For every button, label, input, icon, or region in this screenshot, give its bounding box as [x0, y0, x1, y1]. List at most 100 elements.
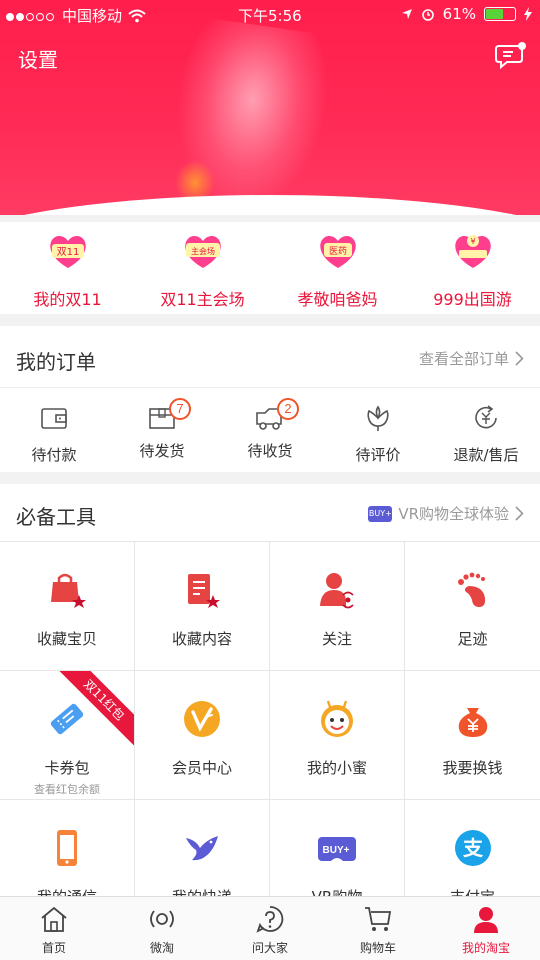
order-label: 待发货 [139, 442, 185, 460]
promo-my-double11[interactable]: 双11 我的双11 [0, 222, 135, 314]
promo-label: 孝敬咱爸妈 [297, 290, 378, 309]
tab-home[interactable]: 首页 [0, 897, 108, 960]
orders-section: 我的订单 查看全部订单 待付款 7 待发货 2 待收货 待评价 退款/售后 [0, 326, 540, 472]
alipay-icon: 支 [454, 830, 491, 866]
tool-vip-center[interactable]: 会员中心 [135, 671, 270, 800]
promo-travel[interactable]: ¥ 999出国游 [405, 222, 540, 314]
assistant-icon [321, 700, 353, 737]
svg-text:医药: 医药 [328, 246, 346, 257]
tool-footprint[interactable]: 足迹 [405, 542, 540, 671]
pending-receipt-badge: 2 [277, 398, 299, 420]
vr-buy-badge-icon: BUY+ [368, 505, 393, 522]
vr-shopping-link[interactable]: BUY+ VR购物全球体验 [368, 503, 524, 524]
order-pending-receipt[interactable]: 2 待收货 [216, 388, 324, 472]
home-icon [41, 906, 67, 932]
svg-text:支: 支 [463, 836, 484, 860]
tool-label: 收藏内容 [171, 630, 232, 648]
refund-icon [475, 405, 497, 429]
signal-strength-icon [6, 7, 56, 25]
promo-main-venue[interactable]: 主会场 双11主会场 [135, 222, 270, 314]
chevron-right-icon [515, 351, 524, 366]
tools-section: 必备工具 BUY+ VR购物全球体验 收藏宝贝 收藏内容 关注 足迹 双11红包… [0, 484, 540, 904]
medicine-icon: 医药 [319, 235, 356, 268]
money-bag-icon [458, 708, 487, 737]
question-icon [256, 906, 284, 933]
tab-cart[interactable]: 购物车 [324, 897, 432, 960]
main-venue-icon: 主会场 [184, 235, 221, 268]
cart-icon [365, 907, 392, 931]
battery-percent: 61% [442, 5, 476, 23]
message-icon[interactable] [495, 42, 527, 70]
tool-favorite-items[interactable]: 收藏宝贝 [0, 542, 135, 671]
alarm-icon [421, 9, 434, 21]
tools-grid: 收藏宝贝 收藏内容 关注 足迹 双11红包 卡券包 查看红包余额 会员中心 我的… [0, 542, 540, 904]
promo-label: 999出国游 [433, 290, 512, 309]
banner-curve [0, 195, 540, 215]
coupon-icon [50, 703, 84, 735]
tool-assistant[interactable]: 我的小蜜 [270, 671, 405, 800]
order-label: 待评价 [355, 446, 401, 464]
tool-exchange-money[interactable]: 我要换钱 [405, 671, 540, 800]
pending-shipment-badge: 7 [169, 398, 191, 420]
view-all-orders-label: 查看全部订单 [418, 350, 509, 368]
tool-sublabel: 查看红包余额 [34, 783, 100, 796]
vr-buy-icon: BUY+ [318, 837, 356, 861]
tool-label: 足迹 [457, 630, 488, 648]
tool-label: 会员中心 [171, 759, 232, 777]
bottom-tab-bar: 首页 微淘 问大家 购物车 我的淘宝 [0, 896, 540, 960]
tab-weitao[interactable]: 微淘 [108, 897, 216, 960]
tab-label: 微淘 [149, 941, 174, 955]
tool-my-telecom[interactable]: 我的通信 [0, 800, 135, 904]
broadcast-icon [150, 910, 174, 928]
tab-label: 购物车 [359, 941, 396, 955]
tab-label: 我的淘宝 [461, 941, 510, 955]
double11-icon: 双11 [49, 235, 86, 268]
battery-icon [484, 7, 516, 21]
order-label: 退款/售后 [453, 446, 519, 464]
tool-coupons[interactable]: 双11红包 卡券包 查看红包余额 [0, 671, 135, 800]
tool-my-courier[interactable]: 我的快递 [135, 800, 270, 904]
tool-follow[interactable]: 关注 [270, 542, 405, 671]
order-label: 待付款 [31, 446, 77, 464]
tool-label: 我的小蜜 [306, 759, 367, 777]
status-bar: 中国移动 下午5:56 61% [0, 0, 540, 28]
tool-favorite-content[interactable]: 收藏内容 [135, 542, 270, 671]
courier-bird-icon [186, 836, 218, 861]
footprint-icon [457, 572, 485, 607]
tab-ask-everyone[interactable]: 问大家 [216, 897, 324, 960]
promo-parents[interactable]: 医药 孝敬咱爸妈 [270, 222, 405, 314]
tools-title: 必备工具 [16, 505, 96, 529]
wallet-icon [41, 408, 67, 429]
carrier-label: 中国移动 [62, 7, 123, 25]
location-arrow-icon [401, 9, 412, 19]
tab-my-taobao[interactable]: 我的淘宝 [432, 897, 540, 960]
tools-header: 必备工具 BUY+ VR购物全球体验 [0, 484, 540, 542]
clock: 下午5:56 [238, 7, 302, 25]
svg-text:双11: 双11 [56, 246, 79, 258]
phone-icon [57, 830, 77, 866]
svg-text:主会场: 主会场 [191, 246, 215, 256]
svg-text:¥: ¥ [470, 237, 475, 246]
vip-icon [184, 701, 220, 737]
order-pending-shipment[interactable]: 7 待发货 [108, 388, 216, 472]
tool-vr-shopping[interactable]: BUY+ VR购物 [270, 800, 405, 904]
truck-icon-wrap: 2 [255, 398, 299, 432]
wifi-icon [128, 9, 146, 22]
orders-header: 我的订单 查看全部订单 [0, 326, 540, 388]
flower-icon [367, 405, 389, 431]
travel-icon: ¥ [454, 235, 491, 268]
settings-button[interactable]: 设置 [18, 44, 58, 73]
view-all-orders-link[interactable]: 查看全部订单 [419, 348, 524, 369]
favorite-bag-icon [51, 573, 86, 608]
order-pending-review[interactable]: 待评价 [324, 388, 432, 472]
promo-row: 双11 我的双11 主会场 双11主会场 医药 孝敬咱爸妈 ¥ 999出国游 [0, 222, 540, 314]
tool-alipay[interactable]: 支 支付宝 [405, 800, 540, 904]
chevron-right-icon [515, 506, 524, 521]
order-refund[interactable]: 退款/售后 [432, 388, 540, 472]
tab-label: 首页 [41, 941, 66, 955]
tool-label: 收藏宝贝 [36, 630, 97, 648]
follow-icon [320, 573, 354, 609]
tool-label: 我要换钱 [442, 759, 503, 777]
order-pending-payment[interactable]: 待付款 [0, 388, 108, 472]
vr-link-label: VR购物全球体验 [398, 505, 509, 523]
